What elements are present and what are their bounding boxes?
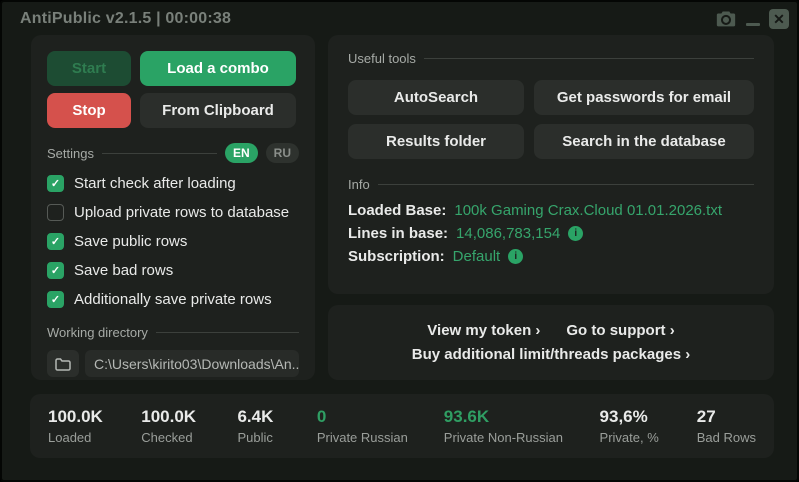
stat-value: 93.6K (444, 407, 600, 427)
checkbox-icon[interactable] (47, 233, 64, 250)
checkbox-label: Save public rows (74, 233, 187, 250)
titlebar: AntiPublic v2.1.5 | 00:00:38 ✕ (2, 2, 797, 36)
subscription-row: Subscription: Default i (348, 248, 754, 265)
view-token-link[interactable]: View my token › (427, 322, 540, 339)
search-database-button[interactable]: Search in the database (534, 124, 754, 159)
lines-in-base-value: 14,086,783,154 (456, 225, 560, 242)
stat-value: 100.0K (48, 407, 141, 427)
stat-private-russian: 0 Private Russian (317, 407, 444, 445)
lines-in-base-row: Lines in base: 14,086,783,154 i (348, 225, 754, 242)
info-icon[interactable]: i (508, 249, 523, 264)
stat-checked: 100.0K Checked (141, 407, 237, 445)
stat-private-non-russian: 93.6K Private Non-Russian (444, 407, 600, 445)
stats-bar: 100.0K Loaded 100.0K Checked 6.4K Public… (30, 394, 774, 458)
autosearch-button[interactable]: AutoSearch (348, 80, 524, 115)
language-toggle-ru[interactable]: RU (266, 143, 299, 163)
results-folder-button[interactable]: Results folder (348, 124, 524, 159)
stat-label: Private Russian (317, 430, 444, 445)
loaded-base-value: 100k Gaming Crax.Cloud 01.01.2026.txt (454, 202, 722, 219)
checkbox-label: Additionally save private rows (74, 291, 272, 308)
stat-value: 100.0K (141, 407, 237, 427)
lines-in-base-label: Lines in base: (348, 225, 448, 242)
from-clipboard-button[interactable]: From Clipboard (140, 93, 296, 128)
divider (156, 332, 299, 333)
folder-icon (55, 357, 71, 371)
stat-value: 93,6% (600, 407, 697, 427)
stat-loaded: 100.0K Loaded (48, 407, 141, 445)
info-header: Info (348, 177, 370, 192)
support-link[interactable]: Go to support › (566, 322, 674, 339)
app-title: AntiPublic v2.1.5 | 00:00:38 (20, 10, 231, 28)
info-icon[interactable]: i (568, 226, 583, 241)
checkbox-icon[interactable] (47, 204, 64, 221)
control-panel: Start Load a combo Stop From Clipboard S… (31, 35, 315, 380)
stat-label: Private, % (600, 430, 697, 445)
stat-value: 27 (697, 407, 756, 427)
minimize-icon[interactable] (746, 8, 760, 30)
checkbox-icon[interactable] (47, 262, 64, 279)
settings-label: Settings (47, 146, 94, 161)
stat-bad-rows: 27 Bad Rows (697, 407, 756, 445)
close-icon[interactable]: ✕ (769, 9, 789, 29)
load-combo-button[interactable]: Load a combo (140, 51, 296, 86)
subscription-value: Default (453, 248, 501, 265)
divider (378, 184, 754, 185)
tools-info-panel: Useful tools AutoSearch Get passwords fo… (328, 35, 774, 294)
stat-label: Loaded (48, 430, 141, 445)
stat-label: Public (237, 430, 316, 445)
loaded-base-label: Loaded Base: (348, 202, 446, 219)
get-passwords-button[interactable]: Get passwords for email (534, 80, 754, 115)
stat-label: Private Non-Russian (444, 430, 600, 445)
buy-packages-link[interactable]: Buy additional limit/threads packages › (412, 346, 690, 363)
language-toggle-en[interactable]: EN (225, 143, 258, 163)
working-directory-input[interactable]: C:\Users\kirito03\Downloads\An... (85, 350, 299, 377)
settings-checkbox-list: Start check after loading Upload private… (47, 175, 299, 308)
checkbox-save-public-rows[interactable]: Save public rows (47, 233, 299, 250)
checkbox-label: Save bad rows (74, 262, 173, 279)
checkbox-start-check-after-loading[interactable]: Start check after loading (47, 175, 299, 192)
stat-label: Checked (141, 430, 237, 445)
stop-button[interactable]: Stop (47, 93, 131, 128)
loaded-base-row: Loaded Base: 100k Gaming Crax.Cloud 01.0… (348, 202, 754, 219)
checkbox-icon[interactable] (47, 175, 64, 192)
subscription-label: Subscription: (348, 248, 445, 265)
stat-label: Bad Rows (697, 430, 756, 445)
divider (424, 58, 754, 59)
checkbox-icon[interactable] (47, 291, 64, 308)
stat-value: 0 (317, 407, 444, 427)
checkbox-save-bad-rows[interactable]: Save bad rows (47, 262, 299, 279)
stat-public: 6.4K Public (237, 407, 316, 445)
divider (102, 153, 217, 154)
camera-icon[interactable] (715, 8, 737, 30)
start-button[interactable]: Start (47, 51, 131, 86)
useful-tools-header: Useful tools (348, 51, 416, 66)
checkbox-upload-private-rows[interactable]: Upload private rows to database (47, 204, 299, 221)
stat-value: 6.4K (237, 407, 316, 427)
checkbox-label: Start check after loading (74, 175, 236, 192)
checkbox-label: Upload private rows to database (74, 204, 289, 221)
working-directory-label: Working directory (47, 325, 148, 340)
browse-folder-button[interactable] (47, 350, 79, 377)
stat-private-percent: 93,6% Private, % (600, 407, 697, 445)
links-panel: View my token › Go to support › Buy addi… (328, 305, 774, 380)
app-window: AntiPublic v2.1.5 | 00:00:38 ✕ Start Loa… (0, 0, 799, 482)
checkbox-additionally-save-private-rows[interactable]: Additionally save private rows (47, 291, 299, 308)
